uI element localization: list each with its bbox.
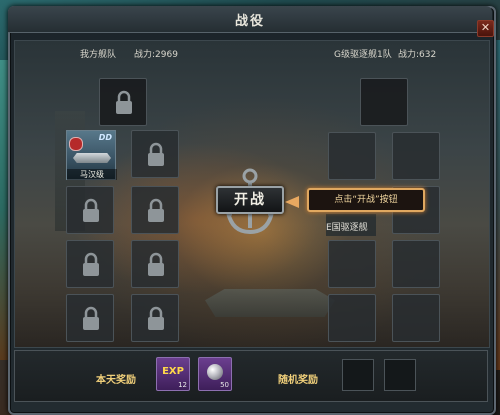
fleet-slot-locked[interactable] xyxy=(131,240,179,288)
battle-button[interactable]: 开战 xyxy=(216,186,284,214)
lock-icon xyxy=(146,252,166,278)
ship-image xyxy=(73,153,111,163)
close-icon: ✕ xyxy=(480,21,491,34)
enemy-ship-label: E国驱逐舰 xyxy=(326,223,368,233)
reward-silver[interactable]: 50 xyxy=(198,357,232,391)
reward-exp[interactable]: EXP 12 xyxy=(156,357,190,391)
arrow-left-icon xyxy=(285,196,299,208)
enemy-slot xyxy=(328,132,376,180)
level-badge xyxy=(69,137,83,151)
enemy-slot xyxy=(392,132,440,180)
lock-icon xyxy=(146,306,166,332)
fleet-slot-locked[interactable] xyxy=(66,294,114,342)
ship-card[interactable]: DD 马汉级 xyxy=(66,130,117,180)
fleet-slot-locked[interactable] xyxy=(131,130,179,178)
fleet-slot-locked[interactable] xyxy=(66,240,114,288)
random-reward-slot xyxy=(384,359,416,391)
lock-icon xyxy=(114,90,134,116)
today-reward-label: 本天奖励 xyxy=(96,375,136,386)
fleet-slot-locked[interactable] xyxy=(131,294,179,342)
ship-name: 马汉级 xyxy=(67,169,117,180)
close-button[interactable]: ✕ xyxy=(477,20,494,37)
window-title: 战役 xyxy=(234,14,265,29)
random-reward-slot xyxy=(342,359,374,391)
lock-icon xyxy=(81,306,101,332)
fleet-slot-locked[interactable] xyxy=(66,186,114,234)
enemy-slot xyxy=(360,78,408,126)
exp-label: EXP xyxy=(162,366,184,377)
enemy-slot xyxy=(328,294,376,342)
battle-screen: 战役 ✕ 我方舰队 战力:2969 G级驱逐舰1队 战力:632 DD 马汉级 … xyxy=(0,0,500,415)
scene-decoration xyxy=(205,289,335,317)
enemy-fleet-label: G级驱逐舰1队 xyxy=(334,50,392,60)
lock-icon xyxy=(81,198,101,224)
enemy-slot xyxy=(392,240,440,288)
lock-icon xyxy=(146,142,166,168)
silver-orb-icon xyxy=(207,364,223,380)
my-fleet-power: 战力:2969 xyxy=(134,50,178,60)
fleet-slot-locked[interactable] xyxy=(99,78,147,126)
rewards-panel xyxy=(14,350,488,402)
fleet-slot-locked[interactable] xyxy=(131,186,179,234)
enemy-fleet-power: 战力:632 xyxy=(398,50,437,60)
enemy-slot xyxy=(328,240,376,288)
my-fleet-label: 我方舰队 xyxy=(80,50,117,60)
enemy-slot xyxy=(392,294,440,342)
tooltip: 点击“开战”按钮 xyxy=(307,188,425,212)
lock-icon xyxy=(81,252,101,278)
item-count: 50 xyxy=(220,381,229,389)
item-count: 12 xyxy=(178,381,187,389)
ship-class: DD xyxy=(98,133,112,142)
random-reward-label: 随机奖励 xyxy=(278,375,318,386)
lock-icon xyxy=(146,198,166,224)
